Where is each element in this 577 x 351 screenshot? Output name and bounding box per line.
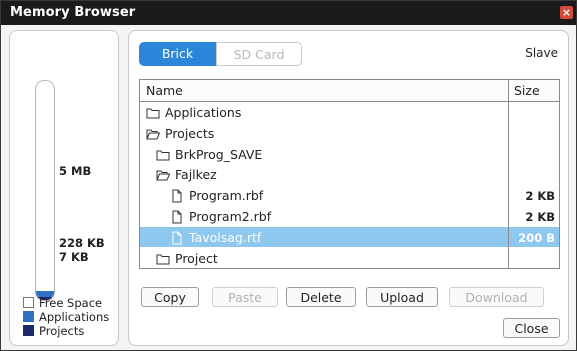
table-row[interactable]: Program.rbf 2 KB [140,185,559,205]
paste-button[interactable]: Paste [212,287,278,307]
row-name: Projects [165,125,215,141]
table-row[interactable]: Program2.rbf 2 KB [140,206,559,226]
close-button[interactable]: Close [503,318,560,338]
table-row[interactable]: Applications [140,102,559,122]
window-close-icon[interactable]: × [560,6,573,19]
row-name: Project [175,250,218,266]
file-icon [170,188,184,203]
legend-swatch [23,311,34,322]
legend-label: Projects [39,324,85,338]
table-header: Name Size [140,80,559,102]
row-size: 200 B [518,230,555,245]
memory-browser-window: Memory Browser × 5 MB 228 KB 7 KB Free S… [0,0,577,351]
legend-label: Applications [39,310,110,324]
folder-open-icon [156,167,171,181]
file-icon [170,209,184,224]
storage-panel: 5 MB 228 KB 7 KB Free Space Applications… [9,30,119,346]
table-row[interactable]: Projects [140,123,559,143]
legend-label: Free Space [39,296,103,310]
file-table: Name Size Applications Projects BrkProg_SA… [139,79,560,269]
legend-applications: Applications [23,310,123,324]
file-browser-panel: Brick SD Card Slave Name Size Applicatio… [128,30,569,346]
upload-button[interactable]: Upload [366,287,438,307]
table-row[interactable]: Project [140,248,559,268]
window-title: Memory Browser [10,5,136,20]
folder-open-icon [146,126,161,140]
legend-free-space: Free Space [23,296,123,310]
folder-icon [156,147,170,161]
column-divider [508,80,509,268]
download-button[interactable]: Download [449,287,544,307]
column-header-name[interactable]: Name [146,83,183,98]
gauge-mark-middle: 228 KB [59,236,105,250]
legend-swatch [23,325,34,336]
folder-icon [156,251,170,265]
row-name: Program2.rbf [189,209,272,224]
tab-brick[interactable]: Brick [139,42,216,66]
tab-sd-card[interactable]: SD Card [216,42,302,66]
row-name: Applications [165,105,242,120]
gauge-mark-bottom: 7 KB [59,250,89,264]
row-size: 2 KB [525,210,555,224]
table-row[interactable]: Fajlkez [140,164,559,184]
column-header-size[interactable]: Size [514,83,540,98]
legend-swatch [23,297,34,308]
row-size: 2 KB [525,189,555,204]
legend-projects: Projects [23,324,123,338]
copy-button[interactable]: Copy [141,287,199,307]
folder-icon [146,105,160,119]
title-bar: Memory Browser × [1,1,576,25]
table-row[interactable]: BrkProg_SAVE [140,144,559,164]
row-name: BrkProg_SAVE [175,146,263,162]
row-name: Fajlkez [175,167,217,183]
row-name: Program.rbf [189,188,264,204]
gauge-mark-top: 5 MB [59,164,92,178]
row-name: Tavolsag.rtf [189,229,262,245]
table-row[interactable]: Tavolsag.rtf 200 B [140,226,559,247]
file-icon [170,230,184,245]
connection-status: Slave [525,46,558,60]
delete-button[interactable]: Delete [286,287,356,307]
memory-gauge [35,80,55,301]
